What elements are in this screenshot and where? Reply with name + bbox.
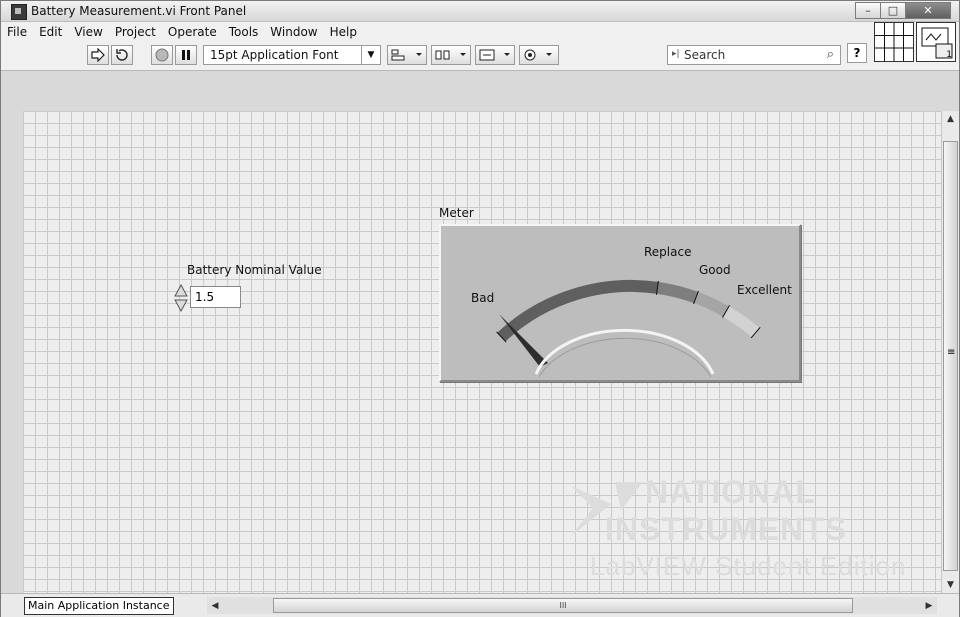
search-field[interactable]: ▸| Search ⌕ [667, 45, 841, 65]
resize-objects-button[interactable] [475, 45, 515, 65]
font-dropdown[interactable]: 15pt Application Font ▼ [203, 45, 381, 65]
close-button[interactable]: ✕ [905, 2, 951, 19]
search-placeholder: Search [684, 48, 726, 62]
run-continuously-button[interactable] [111, 45, 133, 65]
vi-instance-number: 1 [946, 50, 952, 60]
meter-scale-excellent: Excellent [737, 283, 792, 297]
horizontal-scrollbar[interactable]: ◀ III ▶ [207, 597, 937, 614]
search-icon[interactable]: ⌕ [827, 47, 834, 62]
labview-window: Battery Measurement.vi Front Panel – □ ✕… [0, 0, 960, 617]
scroll-right-arrow-icon[interactable]: ▶ [921, 597, 937, 614]
meter-range-excellent [722, 306, 760, 338]
search-marker-icon: ▸| [672, 49, 680, 59]
menu-operate[interactable]: Operate [162, 25, 223, 39]
run-arrow-icon [91, 48, 105, 62]
menu-project[interactable]: Project [109, 25, 162, 39]
toolbar: 15pt Application Font ▼ ▸| Search ⌕ [1, 42, 959, 71]
resize-objects-icon [479, 49, 510, 61]
menu-window[interactable]: Window [264, 25, 323, 39]
vertical-scrollbar[interactable]: ▲ ≡ ▼ [941, 111, 959, 593]
meter-scale-replace: Replace [644, 245, 692, 259]
abort-stop-icon [155, 48, 169, 62]
pause-icon [182, 50, 190, 60]
title-bar: Battery Measurement.vi Front Panel – □ ✕ [1, 1, 959, 22]
vertical-scroll-thumb[interactable]: ≡ [943, 141, 958, 571]
connector-pane[interactable] [874, 22, 914, 62]
meter-range-replace [656, 281, 699, 304]
window-title: Battery Measurement.vi Front Panel [31, 4, 247, 18]
increment-decrement-arrows[interactable] [174, 283, 188, 313]
minimize-button[interactable]: – [855, 2, 881, 19]
meter-scale-good: Good [699, 263, 731, 277]
battery-nominal-value-label: Battery Nominal Value [187, 263, 322, 277]
up-down-arrows-icon [174, 283, 188, 313]
align-objects-icon [391, 49, 422, 61]
maximize-button[interactable]: □ [880, 2, 906, 19]
watermark-national: NATIONAL [645, 474, 816, 510]
chevron-down-icon: ▼ [361, 46, 380, 64]
scroll-down-arrow-icon[interactable]: ▼ [942, 577, 959, 593]
menu-edit[interactable]: Edit [33, 25, 68, 39]
run-continuously-icon [116, 49, 128, 61]
align-objects-button[interactable] [387, 45, 427, 65]
vi-icon[interactable]: 1 [916, 22, 956, 62]
watermark-instruments: INSTRUMENTS [605, 511, 848, 547]
battery-nominal-value-field[interactable]: 1.5 [190, 286, 241, 308]
help-button[interactable]: ? [847, 43, 867, 63]
meter-indicator: Bad Replace Good Excellent [439, 224, 801, 382]
front-panel[interactable]: Battery Nominal Value 1.5 Meter Bad Repl… [23, 111, 941, 593]
panel-left-margin [1, 71, 23, 593]
menu-tools[interactable]: Tools [223, 25, 265, 39]
grip-icon: ≡ [947, 347, 956, 358]
menu-view[interactable]: View [68, 25, 108, 39]
meter-pivot-dome [534, 328, 715, 375]
status-bar: Main Application Instance ◀ III ▶ [1, 593, 959, 617]
distribute-objects-icon [435, 50, 466, 60]
reorder-button[interactable] [519, 45, 559, 65]
menu-help[interactable]: Help [324, 25, 363, 39]
run-button[interactable] [87, 45, 109, 65]
application-instance-label: Main Application Instance [24, 597, 174, 615]
reorder-icon [524, 49, 552, 61]
menu-bar: File Edit View Project Operate Tools Win… [1, 22, 959, 42]
scroll-up-arrow-icon[interactable]: ▲ [942, 111, 959, 127]
meter-dial [496, 279, 761, 378]
distribute-objects-button[interactable] [431, 45, 471, 65]
pause-button[interactable] [175, 45, 197, 65]
horizontal-scroll-thumb[interactable]: III [273, 598, 853, 613]
scroll-grip: III [559, 601, 567, 610]
vi-app-icon [11, 4, 27, 20]
window-controls: – □ ✕ [855, 2, 951, 20]
meter-range-good [693, 291, 730, 317]
menu-file[interactable]: File [1, 25, 33, 39]
meter-scale-bad: Bad [471, 291, 495, 305]
scroll-left-arrow-icon[interactable]: ◀ [207, 597, 223, 614]
watermark-labview-student-edition: LabVIEW Student Edition [590, 551, 907, 581]
meter-label: Meter [439, 206, 474, 220]
font-dropdown-label: 15pt Application Font [210, 48, 339, 62]
abort-button[interactable] [151, 45, 173, 65]
connector-pane-grid-icon [875, 23, 913, 61]
